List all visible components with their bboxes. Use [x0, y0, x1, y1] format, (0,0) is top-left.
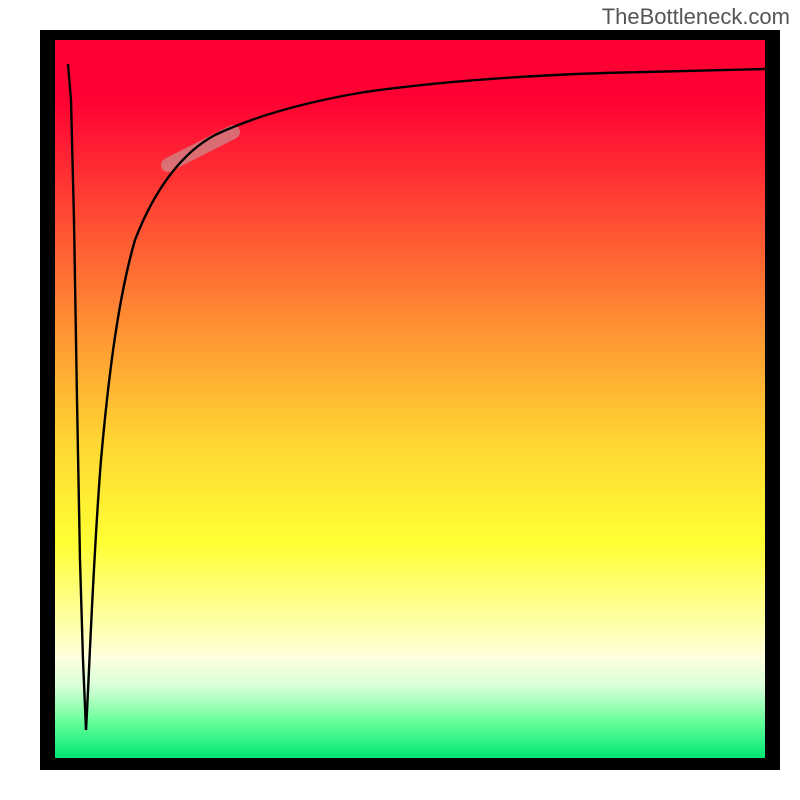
plot-svg [55, 40, 765, 758]
highlight-segment [168, 132, 233, 165]
curve-right-branch [86, 69, 765, 730]
plot-frame [40, 30, 780, 770]
attribution-text: TheBottleneck.com [602, 4, 790, 30]
curve-left-branch [68, 64, 86, 730]
chart-container: TheBottleneck.com [0, 0, 800, 800]
